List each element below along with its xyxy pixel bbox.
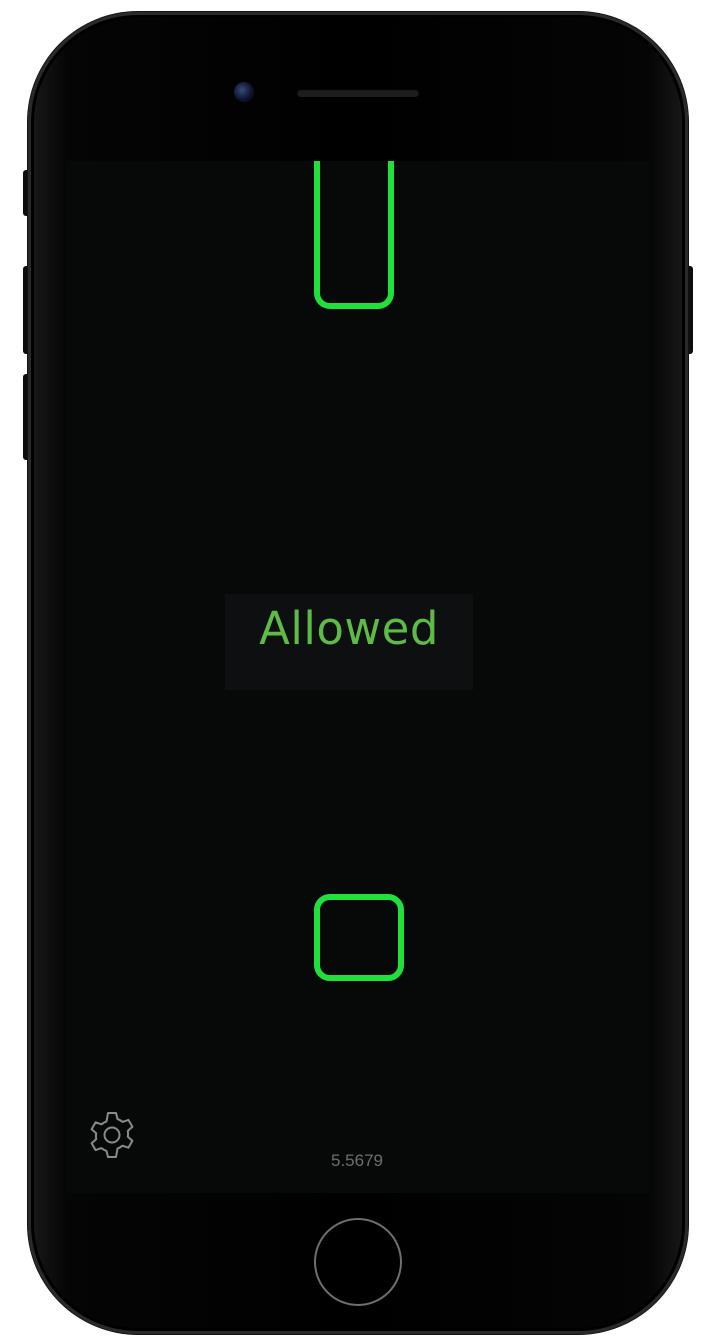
device-mockup: Allowed 5.5679 [0, 0, 707, 1337]
bottom-target-outline [314, 894, 404, 981]
top-target-outline [314, 161, 394, 309]
app-screen: Allowed 5.5679 [67, 161, 649, 1193]
home-button[interactable] [314, 1218, 402, 1306]
value-readout: 5.5679 [331, 1151, 383, 1170]
gear-icon[interactable] [84, 1107, 140, 1163]
front-camera [234, 82, 254, 102]
earpiece-speaker [297, 89, 419, 97]
status-panel: Allowed [225, 594, 473, 690]
status-label: Allowed [259, 601, 439, 655]
